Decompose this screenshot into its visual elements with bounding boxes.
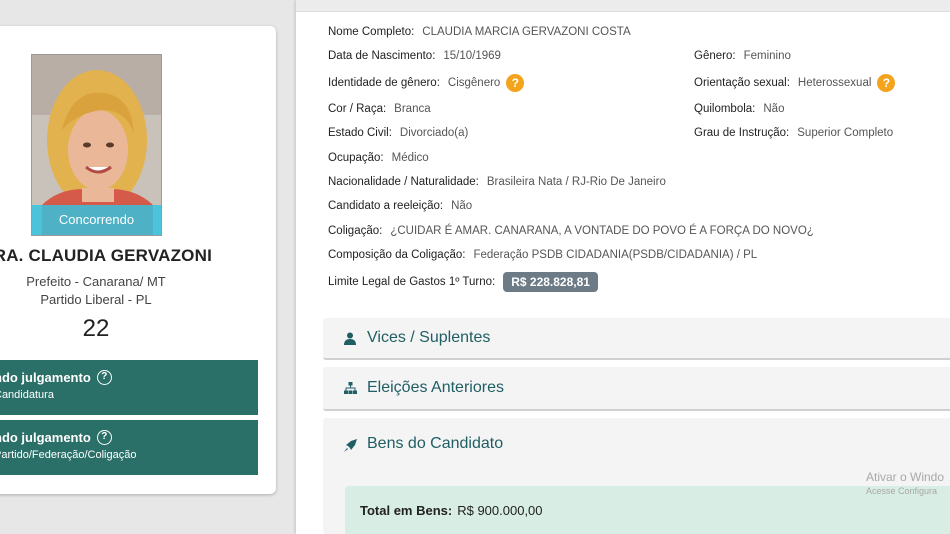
- field-value: 15/10/1969: [443, 50, 501, 62]
- field-value: Feminino: [743, 50, 791, 62]
- total-bens-label: Total em Bens:: [360, 502, 453, 518]
- field-quilombola: Quilombola: Não: [694, 103, 785, 115]
- field-data-nascimento: Data de Nascimento: 15/10/1969: [328, 50, 501, 62]
- field-value: Divorciado(a): [399, 127, 469, 139]
- field-composicao: Composição da Coligação: Federação PSDB …: [328, 249, 758, 261]
- field-value: Heterossexual: [797, 77, 872, 89]
- user-icon: [343, 331, 357, 345]
- field-value: Federação PSDB CIDADANIA(PSDB/CIDADANIA)…: [473, 249, 758, 261]
- status-title: ndo julgamento: [0, 370, 91, 385]
- status-subtitle: Candidatura: [0, 389, 54, 401]
- total-bens-box: Total em Bens: R$ 900.000,00: [345, 486, 950, 534]
- field-value: Cisgênero: [447, 77, 501, 89]
- status-photo-badge: Concorrendo: [32, 205, 161, 235]
- limite-gastos-badge: R$ 228.828,81: [503, 272, 598, 292]
- candidate-card: Concorrendo RA. CLAUDIA GERVAZONI Prefei…: [0, 26, 276, 494]
- candidate-number: 22: [82, 315, 110, 342]
- help-icon[interactable]: ?: [96, 370, 112, 385]
- candidate-office: Prefeito - Canarana/ MT: [26, 274, 166, 289]
- status-box-partido[interactable]: ndo julgamento ? Partido/Federação/Colig…: [0, 420, 258, 475]
- field-value: Não: [763, 103, 785, 115]
- field-value: ¿CUIDAR É AMAR. CANARANA, A VONTADE DO P…: [390, 225, 814, 237]
- candidate-photo: Concorrendo: [31, 54, 162, 236]
- field-ocupacao: Ocupação: Médico: [328, 152, 429, 164]
- question-icon[interactable]: ?: [877, 74, 896, 92]
- field-cor-raca: Cor / Raça: Branca: [328, 103, 431, 115]
- candidate-name: RA. CLAUDIA GERVAZONI: [0, 246, 212, 265]
- status-box-candidatura[interactable]: ndo julgamento ? Candidatura: [0, 360, 258, 415]
- field-nacionalidade: Nacionalidade / Naturalidade: Brasileira…: [328, 176, 666, 188]
- total-bens-value: R$ 900.000,00: [457, 502, 543, 518]
- windows-activation-watermark: Ativar o Windo Acesse Configura: [866, 470, 945, 496]
- field-value: CLAUDIA MARCIA GERVAZONI COSTA: [422, 26, 631, 38]
- field-orientacao-sexual: Orientação sexual: Heterossexual ?: [694, 74, 896, 92]
- question-icon[interactable]: ?: [506, 74, 525, 92]
- field-nome-completo: Nome Completo: CLAUDIA MARCIA GERVAZONI …: [328, 26, 631, 38]
- status-subtitle: Partido/Federação/Coligação: [0, 449, 137, 461]
- candidate-details-panel: Nome Completo: CLAUDIA MARCIA GERVAZONI …: [296, 0, 950, 534]
- field-limite-gastos: Limite Legal de Gastos 1º Turno: R$ 228.…: [328, 272, 598, 292]
- field-value: Médico: [391, 152, 429, 164]
- field-value: Superior Completo: [797, 127, 894, 139]
- status-title: ndo julgamento: [0, 430, 91, 445]
- accordion-vices[interactable]: Vices / Suplentes: [323, 318, 950, 360]
- rocket-icon: [343, 438, 357, 452]
- candidate-party: Partido Liberal - PL: [40, 292, 152, 307]
- field-value: Brasileira Nata / RJ-Rio De Janeiro: [486, 176, 666, 188]
- accordion-title: Vices / Suplentes: [367, 329, 491, 346]
- accordion-eleicoes[interactable]: Eleições Anteriores: [323, 367, 950, 411]
- help-icon[interactable]: ?: [96, 430, 112, 445]
- field-reeleicao: Candidato a reeleição: Não: [328, 200, 473, 212]
- field-identidade-genero: Identidade de gênero: Cisgênero ?: [328, 74, 525, 92]
- field-estado-civil: Estado Civil: Divorciado(a): [328, 127, 469, 139]
- top-strip: [296, 0, 950, 12]
- field-value: Branca: [394, 103, 431, 115]
- field-value: Não: [451, 200, 473, 212]
- accordion-title: Eleições Anteriores: [367, 379, 504, 396]
- accordion-title: Bens do Candidato: [367, 435, 504, 452]
- field-coligacao: Coligação: ¿CUIDAR É AMAR. CANARANA, A V…: [328, 225, 814, 237]
- sitemap-icon: [343, 381, 357, 395]
- field-grau-instrucao: Grau de Instrução: Superior Completo: [694, 127, 894, 139]
- field-genero: Gênero: Feminino: [694, 50, 791, 62]
